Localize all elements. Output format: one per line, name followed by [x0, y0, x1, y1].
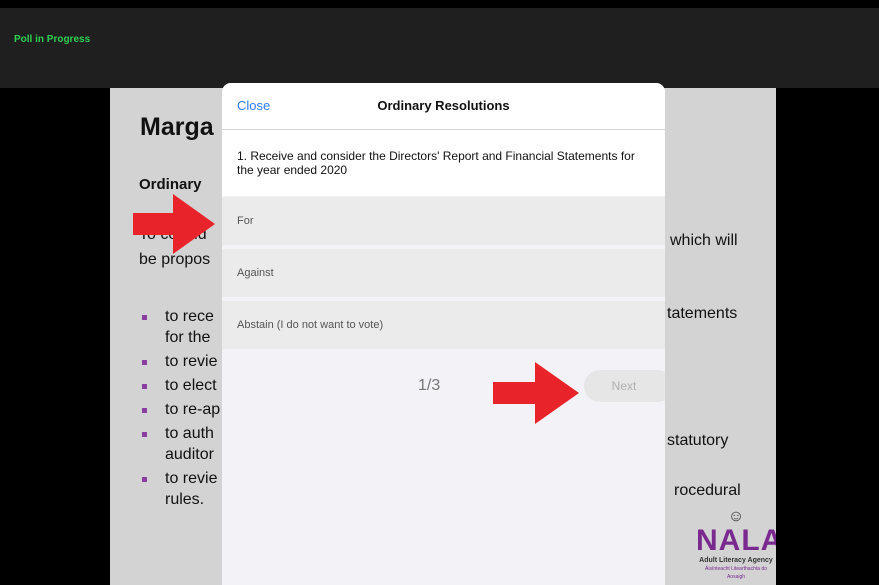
slide-bullet-5-left: to auth [165, 425, 214, 442]
slide-bullet-4-left: to re-ap [165, 401, 221, 418]
poll-modal: Close Ordinary Resolutions 1. Receive an… [222, 83, 665, 585]
next-button-label: Next [611, 379, 637, 393]
slide-bullet-6-cont: rules. [165, 491, 205, 508]
red-arrow-icon [133, 194, 215, 254]
slide-bullet-5-right: statutory [667, 432, 729, 449]
slide-bullet-1-cont: for the [165, 329, 211, 346]
slide-bullet-2-left: to revie [165, 353, 218, 370]
poll-question-text: 1. Receive and consider the Directors' R… [237, 149, 635, 177]
slide-bullet-3-left: to elect [165, 377, 217, 394]
bullet-marker [142, 384, 147, 389]
option-abstain[interactable]: Abstain (I do not want to vote) [222, 301, 665, 349]
option-for[interactable]: For [222, 197, 665, 245]
bullet-marker [142, 432, 147, 437]
poll-question: 1. Receive and consider the Directors' R… [222, 130, 665, 196]
slide-bullet-1-left: to rece [165, 308, 214, 325]
slide-title: Marga [140, 113, 214, 141]
modal-header: Close Ordinary Resolutions [222, 83, 665, 130]
poll-status-label: Poll in Progress [14, 34, 91, 45]
bullet-marker [142, 408, 147, 413]
bullet-marker [142, 477, 147, 482]
bullet-marker [142, 315, 147, 320]
nala-logo-agency: Adult Literacy Agency [699, 557, 773, 564]
slide-bullet-5-cont: auditor [165, 446, 214, 463]
modal-title: Ordinary Resolutions [377, 98, 510, 113]
next-button[interactable]: Next [584, 370, 665, 402]
nala-logo: ☺ NALA Adult Literacy Agency Áisínteacht… [696, 508, 776, 581]
option-for-label: For [237, 215, 254, 227]
slide-intro-right: which will [670, 232, 738, 249]
slide-bullet-6-right: rocedural [674, 482, 741, 499]
nala-logo-word: NALA [696, 524, 776, 557]
page-indicator: 1/3 [418, 377, 441, 394]
option-against[interactable]: Against [222, 249, 665, 297]
bullet-marker [142, 360, 147, 365]
slide-bullet-1-right: tatements [667, 305, 738, 322]
option-abstain-label: Abstain (I do not want to vote) [237, 319, 384, 331]
option-against-label: Against [237, 267, 274, 279]
slide-subtitle: Ordinary [139, 176, 202, 193]
red-arrow-icon [493, 362, 579, 424]
top-bar: Poll in Progress [0, 8, 879, 88]
slide-bullet-6-left: to revie [165, 470, 218, 487]
nala-logo-agency-irish: Áisínteacht Litearthachta do Aosaigh [705, 566, 767, 580]
